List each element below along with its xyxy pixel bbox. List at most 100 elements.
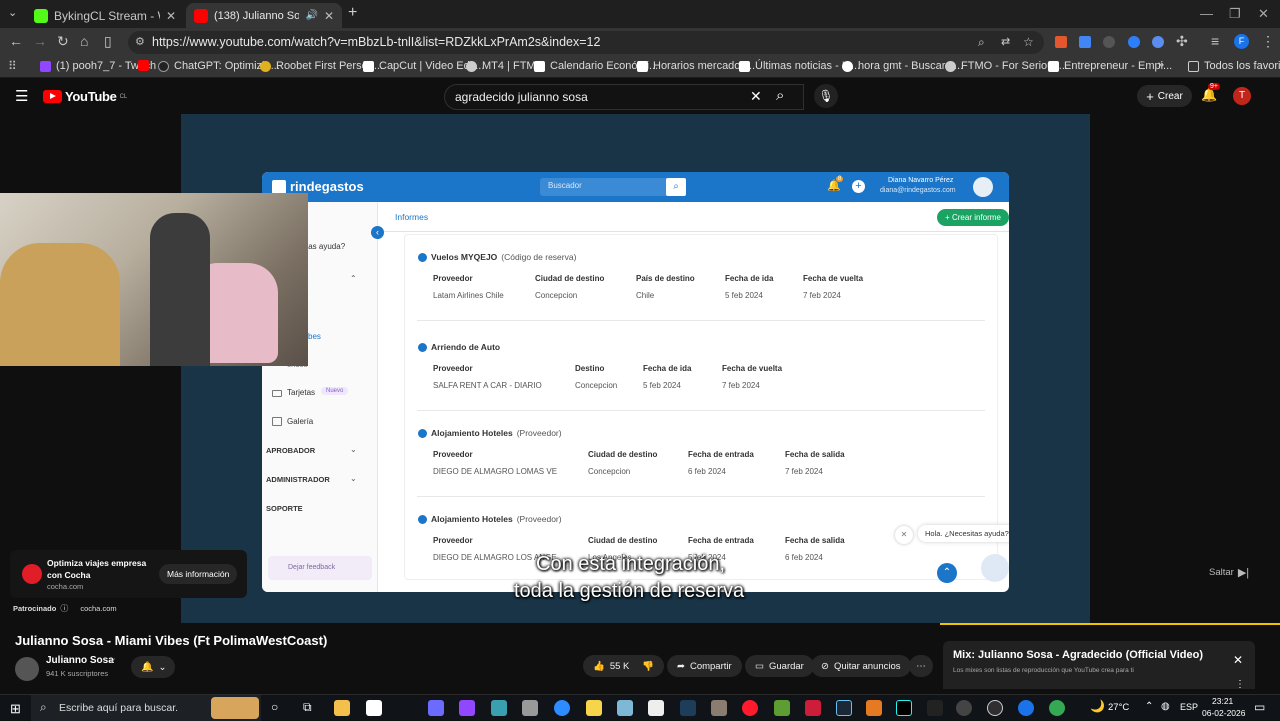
app-icon[interactable] xyxy=(680,700,696,716)
forward-icon[interactable]: → xyxy=(33,33,47,49)
col-header: Fecha de entrada xyxy=(688,536,754,545)
network-icon[interactable]: ◍ xyxy=(1161,701,1170,712)
close-icon[interactable]: ✕ xyxy=(1233,653,1243,667)
settings-icon[interactable] xyxy=(956,700,972,716)
language-indicator[interactable]: ESP xyxy=(1180,702,1198,712)
apps-grid-icon[interactable]: ⠿ xyxy=(8,59,17,73)
app-icon[interactable] xyxy=(805,700,821,716)
new-tab-button[interactable]: + xyxy=(348,4,357,22)
more-bookmarks-icon[interactable]: » xyxy=(1158,59,1164,71)
app-icon[interactable] xyxy=(491,700,507,716)
bookmark-item[interactable]: Horarios mercados... xyxy=(637,60,755,72)
more-actions-button[interactable]: ⋯ xyxy=(909,655,933,677)
tab-search-icon[interactable]: ⌄ xyxy=(8,6,17,19)
home-icon[interactable]: ⌂ xyxy=(80,33,88,49)
address-bar[interactable]: ⚙ https://www.youtube.com/watch?v=mBbzLb… xyxy=(128,31,1044,54)
bookmark-star-icon[interactable]: ☆ xyxy=(1023,31,1034,54)
bookmark-item[interactable] xyxy=(138,60,149,71)
cortana-icon[interactable]: ○ xyxy=(271,700,278,714)
like-button[interactable]: 👍 55 K 👎 xyxy=(583,655,665,677)
search-icon: ⌕ xyxy=(666,178,686,196)
windows-taskbar: ⊞ ⌕ Escribe aquí para buscar. ○ ⧉ 🌙 27°C… xyxy=(0,694,1280,721)
notification-center-icon[interactable]: ▭ xyxy=(1254,700,1265,714)
bookmark-item[interactable]: Entrepreneur - Empi... xyxy=(1048,60,1172,72)
opera-icon[interactable] xyxy=(742,700,758,716)
app-icon[interactable] xyxy=(617,700,633,716)
skip-ad-button[interactable]: Saltar ▶| xyxy=(1209,566,1249,579)
menu-kebab-icon[interactable]: ⋮ xyxy=(1261,33,1275,50)
channel-avatar[interactable] xyxy=(15,657,39,681)
profile-avatar[interactable]: F xyxy=(1234,34,1249,49)
info-icon[interactable]: ⓘ xyxy=(60,603,68,614)
tab-bykingcl[interactable]: BykingCL Stream - Watch Live o ✕ xyxy=(26,3,184,28)
channel-name[interactable]: Julianno Sosa xyxy=(46,655,114,666)
obs-icon[interactable] xyxy=(987,700,1003,716)
close-icon[interactable]: ✕ xyxy=(166,9,176,23)
app-icon[interactable] xyxy=(711,700,727,716)
extension-icon[interactable] xyxy=(1055,36,1067,48)
tab-youtube[interactable]: (138) Julianno Sosa - Miam 🔊 ✕ xyxy=(186,3,342,28)
card-title: Alojamiento Hoteles (Proveedor) xyxy=(418,514,562,524)
twitch-icon[interactable] xyxy=(459,700,475,716)
video-frame-app: rindegastos Buscador ⌕ 🔔 8 + Diana Navar… xyxy=(262,172,1009,592)
youtube-logo[interactable]: YouTube CL xyxy=(43,89,127,104)
tray-chevron-icon[interactable]: ⌃ xyxy=(1145,701,1153,712)
search-icon[interactable]: ⌕ xyxy=(776,87,784,104)
notification-badge: 9+ xyxy=(1208,83,1220,90)
clear-search-icon[interactable]: ✕ xyxy=(750,88,762,105)
create-button[interactable]: + Crear xyxy=(1137,85,1192,107)
extension-icon[interactable] xyxy=(1103,36,1115,48)
app-icon[interactable] xyxy=(428,700,444,716)
subscribe-bell-button[interactable]: 🔔 ⌄ xyxy=(131,656,175,678)
more-icon[interactable]: ⋮ xyxy=(1235,679,1245,690)
zoom-icon[interactable]: ⌕ xyxy=(978,31,985,54)
cell-value: Concepcion xyxy=(535,291,578,300)
all-bookmarks-folder[interactable]: Todos los favoritos xyxy=(1188,60,1280,72)
media-control-icon[interactable]: ≡ xyxy=(1211,33,1219,49)
chrome-icon[interactable] xyxy=(1049,700,1065,716)
minecraft-icon[interactable] xyxy=(774,700,790,716)
sidebar-item-galeria: Galería xyxy=(287,417,314,426)
windows-start-icon[interactable]: ⊞ xyxy=(10,701,21,717)
task-view-icon[interactable]: ⧉ xyxy=(303,700,312,715)
reload-icon[interactable]: ↻ xyxy=(57,33,69,50)
app-icon[interactable] xyxy=(927,700,943,716)
taskbar-search[interactable]: ⌕ Escribe aquí para buscar. xyxy=(31,695,261,721)
split-view-icon[interactable]: ▯ xyxy=(104,33,112,50)
save-button[interactable]: ▭ Guardar xyxy=(745,655,814,677)
extension-icon[interactable] xyxy=(1079,36,1091,48)
tiktok-icon[interactable] xyxy=(896,700,912,716)
chrome-icon[interactable] xyxy=(1018,700,1034,716)
minimize-button[interactable]: — xyxy=(1200,6,1213,21)
extensions-puzzle-icon[interactable]: ✣ xyxy=(1176,33,1188,50)
share-button[interactable]: ➦ Compartir xyxy=(667,655,742,677)
app-icon[interactable] xyxy=(866,700,882,716)
window-close-button[interactable]: ✕ xyxy=(1258,6,1269,22)
back-icon[interactable]: ← xyxy=(9,33,23,49)
restore-button[interactable]: ❐ xyxy=(1229,6,1241,22)
zoom-icon[interactable] xyxy=(554,700,570,716)
site-info-icon[interactable]: ⚙ xyxy=(135,31,145,54)
remove-ads-button[interactable]: ⊘ Quitar anuncios xyxy=(811,655,911,677)
app-icon[interactable] xyxy=(522,700,538,716)
hamburger-menu-icon[interactable]: ☰ xyxy=(15,87,28,105)
capcut-icon[interactable] xyxy=(648,700,664,716)
file-explorer-icon[interactable] xyxy=(334,700,350,716)
close-icon[interactable]: ✕ xyxy=(324,9,334,23)
more-info-button[interactable]: Más información xyxy=(159,564,238,584)
bookmark-item[interactable]: MT4 | FTMO xyxy=(466,60,544,72)
steam-icon[interactable] xyxy=(836,700,852,716)
sponsor-card[interactable]: Optimiza viajes empresa con Cocha cocha.… xyxy=(10,550,247,598)
weather-icon[interactable]: 🌙 xyxy=(1090,699,1105,713)
sticky-notes-icon[interactable] xyxy=(586,700,602,716)
chevron-down-icon: ⌄ xyxy=(350,474,357,483)
thumbs-down-icon[interactable]: 👎 xyxy=(642,661,654,672)
mix-playlist-panel[interactable]: Mix: Julianno Sosa - Agradecido (Officia… xyxy=(943,641,1255,690)
speaker-icon[interactable]: 🔊 xyxy=(305,10,317,21)
translate-icon[interactable]: ⇄ xyxy=(1001,31,1010,54)
voice-search-button[interactable]: 🎙 xyxy=(814,84,838,108)
file-icon[interactable] xyxy=(366,700,382,716)
extension-icon[interactable] xyxy=(1152,36,1164,48)
avatar[interactable]: T xyxy=(1233,87,1251,105)
extension-icon[interactable] xyxy=(1128,36,1140,48)
